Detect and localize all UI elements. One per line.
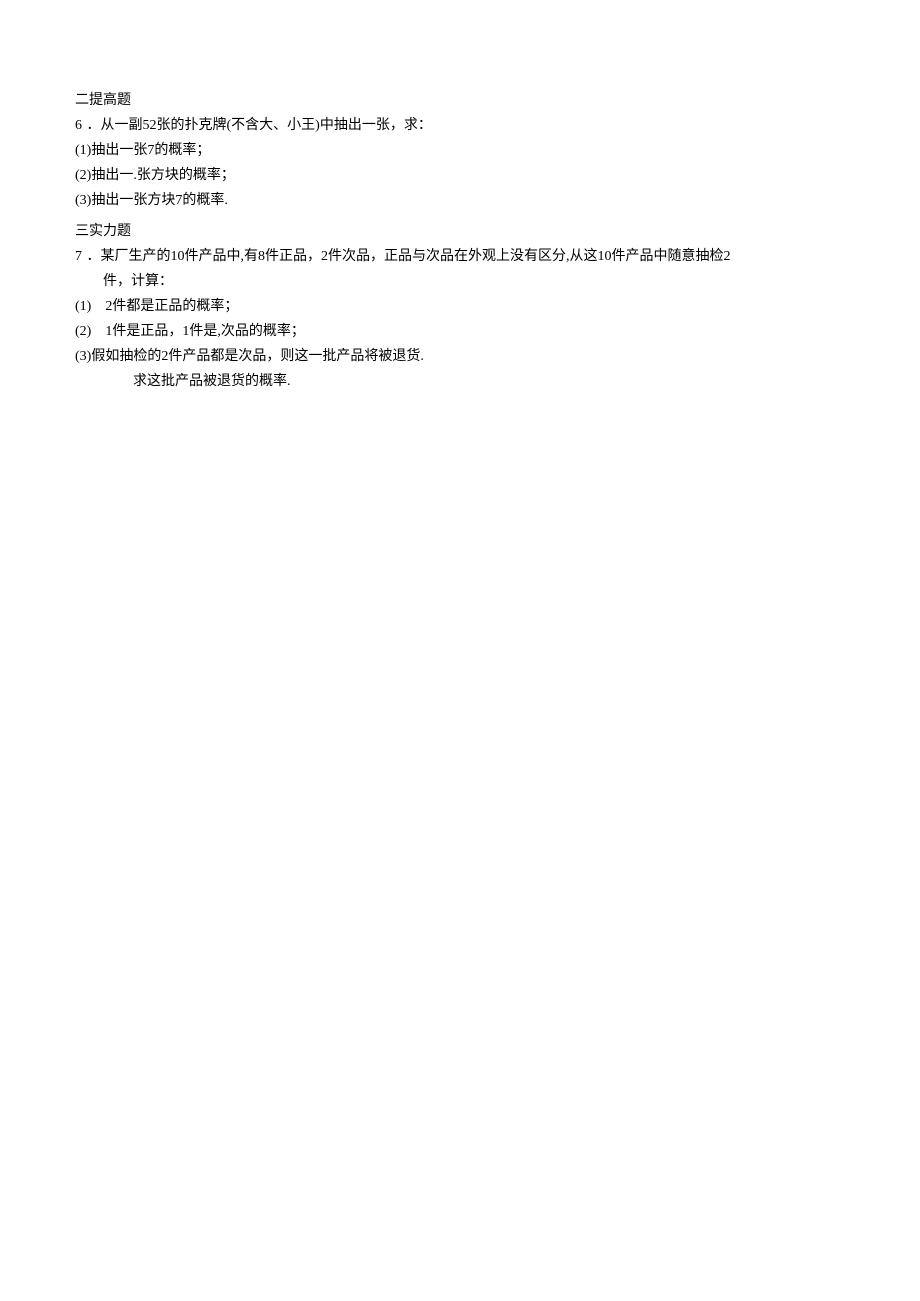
q6-number: 6 <box>75 118 83 133</box>
q6-part3: (3)抽出一张方块7的概率. <box>75 190 845 211</box>
q7-number: 7 <box>75 249 83 264</box>
q7-stem-line1: 7 ．某厂生产的10件产品中,有8件正品，2件次品，正品与次品在外观上没有区分,… <box>75 246 845 267</box>
section-strength: 三实力题 7 ．某厂生产的10件产品中,有8件正品，2件次品，正品与次品在外观上… <box>75 221 845 392</box>
q6-stem: ．从一副52张的扑克牌(不含大、小王)中抽出一张，求： <box>87 118 432 133</box>
q7-part1: (1) 2件都是正品的概率； <box>75 296 845 317</box>
q7-stem: ．某厂生产的10件产品中,有8件正品，2件次品，正品与次品在外观上没有区分,从这… <box>87 249 731 264</box>
q7-stem-line2: 件，计算： <box>75 271 845 292</box>
section-title-3: 三实力题 <box>75 221 845 242</box>
section-advanced: 二提高题 6 ．从一副52张的扑克牌(不含大、小王)中抽出一张，求： (1)抽出… <box>75 90 845 211</box>
section-title-2: 二提高题 <box>75 90 845 111</box>
q7-part2: (2) 1件是正品，1件是,次品的概率； <box>75 321 845 342</box>
q7-part3b: 求这批产品被退货的概率. <box>75 371 845 392</box>
q7-part3a: (3)假如抽检的2件产品都是次品，则这一批产品将被退货. <box>75 346 845 367</box>
q6-part2: (2)抽出一.张方块的概率； <box>75 165 845 186</box>
q6-stem-line: 6 ．从一副52张的扑克牌(不含大、小王)中抽出一张，求： <box>75 115 845 136</box>
q6-part1: (1)抽出一张7的概率； <box>75 140 845 161</box>
